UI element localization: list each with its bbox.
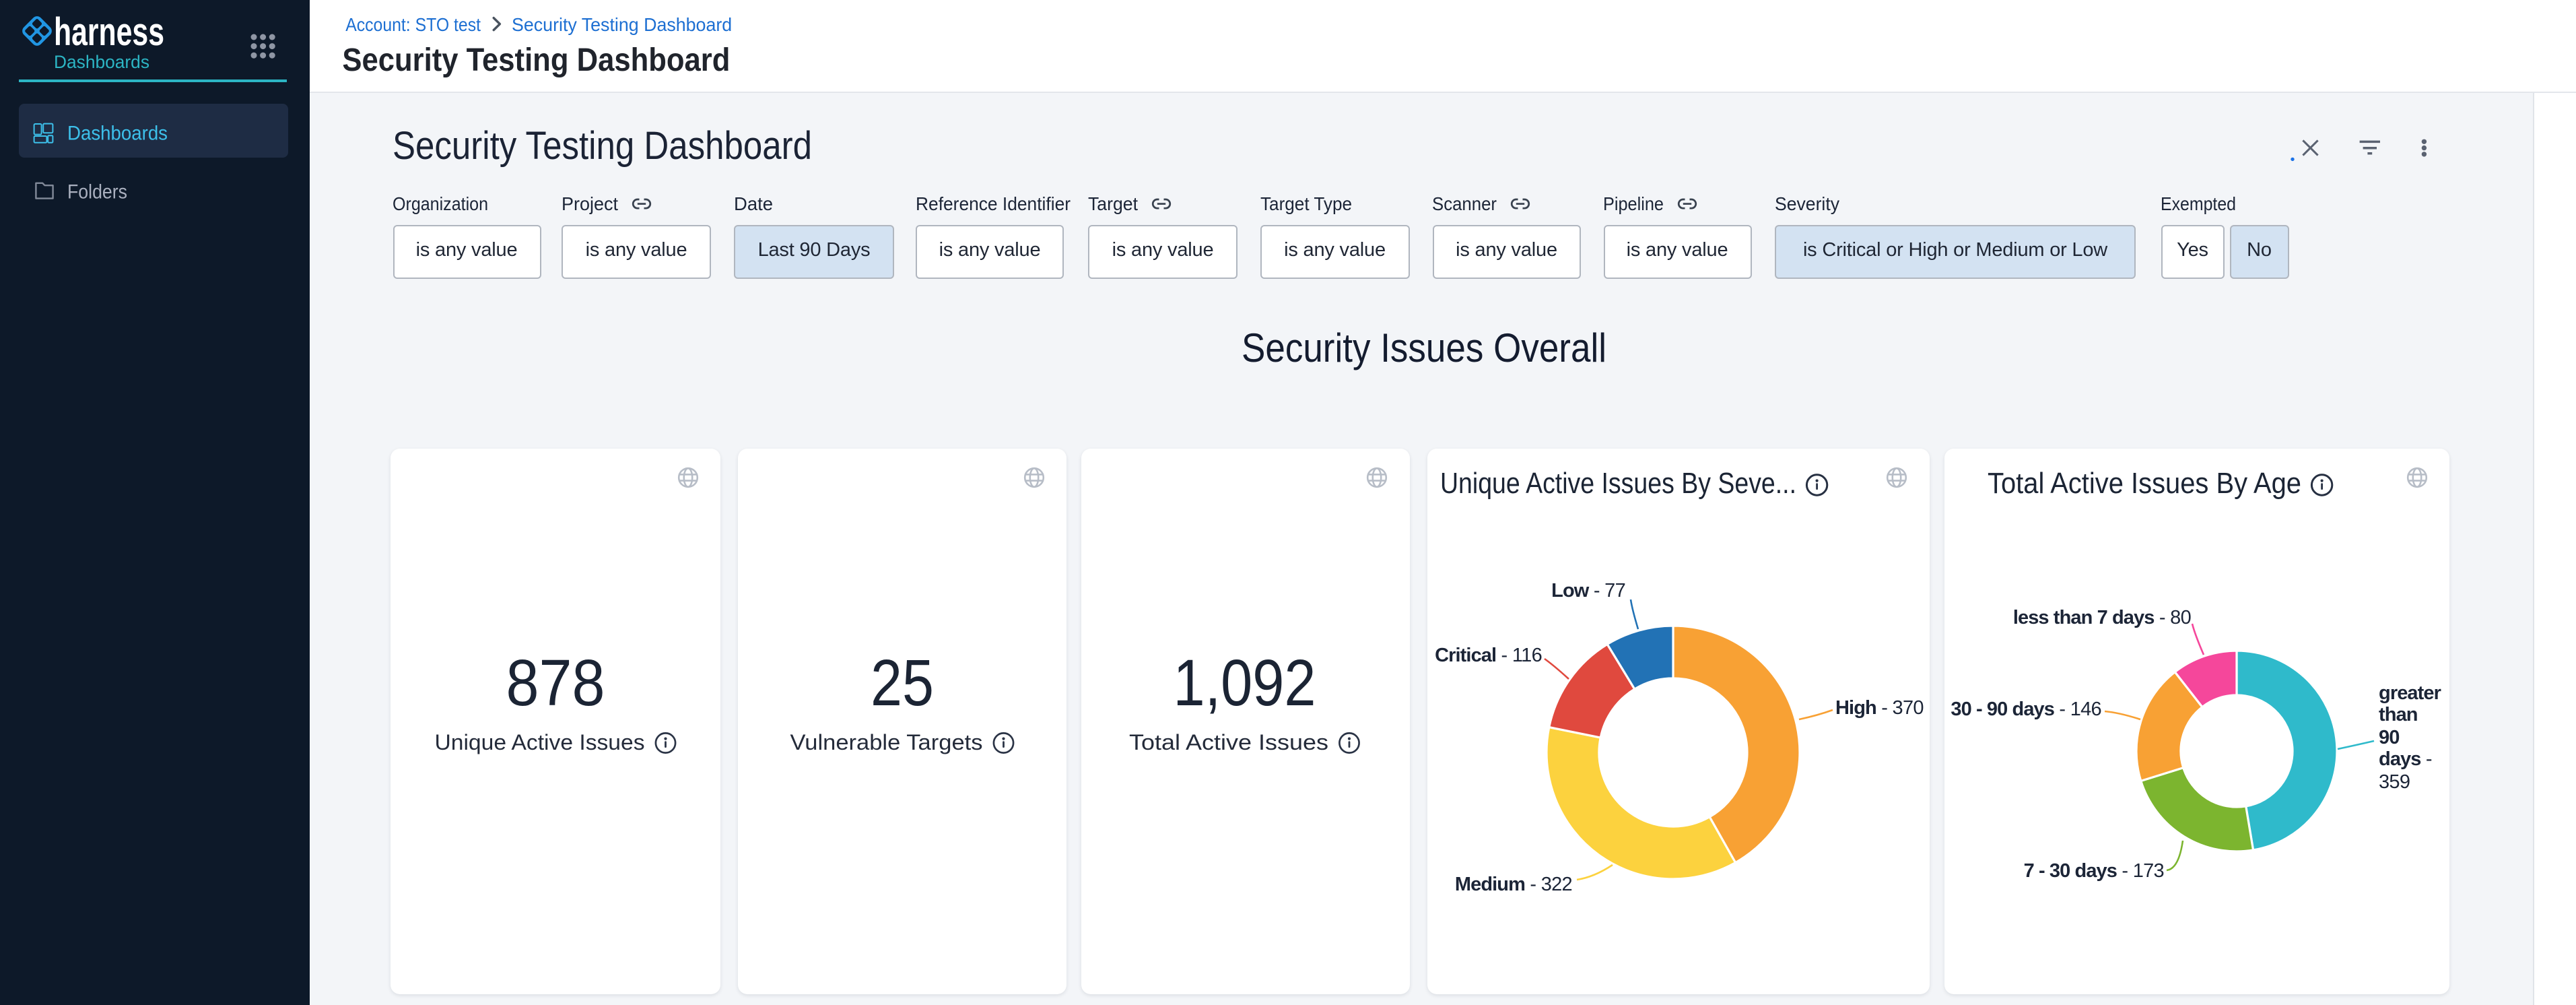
svg-text:Severity: Severity bbox=[1775, 193, 1839, 214]
svg-text:Exempted: Exempted bbox=[2161, 193, 2236, 214]
svg-text:Security Issues Overall: Security Issues Overall bbox=[1242, 325, 1606, 370]
svg-text:25: 25 bbox=[871, 646, 934, 719]
svg-text:Target: Target bbox=[1088, 193, 1138, 214]
svg-text:Security Testing Dashboard: Security Testing Dashboard bbox=[512, 14, 732, 35]
svg-text:Security Testing Dashboard: Security Testing Dashboard bbox=[342, 42, 730, 78]
svg-text:Security Testing Dashboard: Security Testing Dashboard bbox=[393, 124, 812, 168]
svg-text:Unique Active Issues: Unique Active Issues bbox=[435, 730, 645, 754]
svg-text:Unique Active Issues By Seve..: Unique Active Issues By Seve... bbox=[1440, 467, 1796, 500]
svg-text:Account: STO test: Account: STO test bbox=[345, 14, 481, 35]
svg-text:Date: Date bbox=[734, 193, 773, 214]
svg-text:harness: harness bbox=[54, 10, 164, 54]
svg-text:Target Type: Target Type bbox=[1260, 193, 1352, 214]
svg-text:Dashboards: Dashboards bbox=[54, 52, 149, 72]
svg-text:Total Active Issues By Age: Total Active Issues By Age bbox=[1988, 467, 2301, 500]
svg-text:1,092: 1,092 bbox=[1174, 646, 1316, 719]
svg-text:Project: Project bbox=[562, 193, 618, 214]
svg-text:Scanner: Scanner bbox=[1432, 193, 1497, 214]
svg-text:Dashboards: Dashboards bbox=[67, 122, 168, 144]
svg-text:Pipeline: Pipeline bbox=[1603, 193, 1664, 214]
svg-text:Organization: Organization bbox=[393, 193, 488, 214]
svg-text:Folders: Folders bbox=[67, 181, 127, 203]
svg-text:878: 878 bbox=[506, 646, 605, 719]
svg-text:Total Active Issues: Total Active Issues bbox=[1129, 730, 1328, 754]
svg-text:Vulnerable Targets: Vulnerable Targets bbox=[790, 730, 983, 754]
svg-text:Reference Identifier: Reference Identifier bbox=[916, 193, 1071, 214]
